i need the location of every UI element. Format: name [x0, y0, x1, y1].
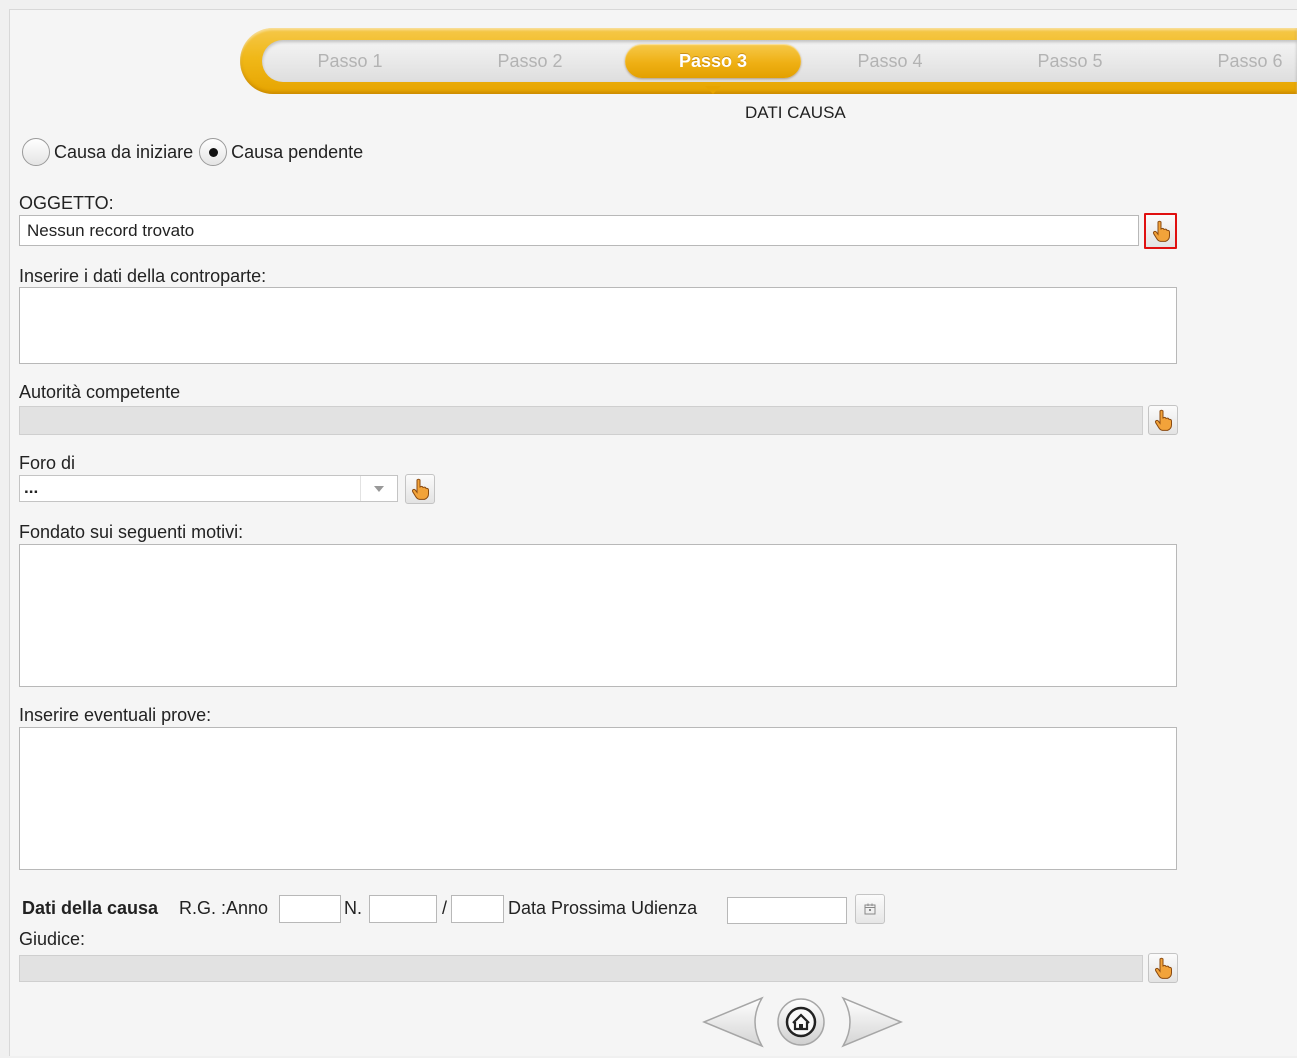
- step-bar: Passo 1 Passo 2 Passo 3 Passo 4 Passo 5 …: [240, 28, 1297, 94]
- pointing-hand-icon: [411, 478, 429, 500]
- autorita-lookup-button[interactable]: [1148, 405, 1178, 435]
- pointing-hand-icon: [1154, 409, 1172, 431]
- rg-anno-input[interactable]: [279, 895, 341, 923]
- arrow-right-icon: [841, 996, 903, 1048]
- data-udienza-input[interactable]: [727, 897, 847, 924]
- prev-button[interactable]: [700, 994, 770, 1055]
- pointing-hand-icon: [1154, 957, 1172, 979]
- foro-lookup-button[interactable]: [405, 474, 435, 504]
- controparte-textarea[interactable]: [19, 287, 1177, 364]
- prove-textarea[interactable]: [19, 727, 1177, 870]
- prove-label: Inserire eventuali prove:: [19, 705, 212, 725]
- oggetto-lookup-button[interactable]: [1144, 213, 1177, 249]
- foro-label: Foro di: [19, 453, 76, 473]
- step-5[interactable]: Passo 5: [982, 40, 1158, 82]
- causa-type-radio-group: Causa da iniziare Causa pendente: [22, 138, 369, 166]
- active-step-pointer: [705, 86, 721, 94]
- calendar-button[interactable]: [855, 894, 885, 924]
- rg-number-suffix-input[interactable]: [451, 895, 504, 923]
- rg-number-input[interactable]: [369, 895, 437, 923]
- section-title: DATI CAUSA: [745, 103, 846, 122]
- giudice-input[interactable]: [19, 955, 1143, 982]
- radio-label-causa-da-iniziare: Causa da iniziare: [54, 141, 194, 162]
- home-button[interactable]: [773, 997, 829, 1058]
- radio-causa-da-iniziare[interactable]: [22, 138, 50, 166]
- giudice-lookup-button[interactable]: [1148, 953, 1178, 983]
- slash-separator: /: [442, 898, 448, 918]
- dati-causa-title: Dati della causa: [22, 898, 159, 918]
- next-button[interactable]: [835, 994, 905, 1055]
- rg-anno-label: R.G. :Anno: [179, 898, 269, 918]
- motivi-textarea[interactable]: [19, 544, 1177, 687]
- home-icon: [777, 998, 825, 1046]
- pointing-hand-icon: [1152, 220, 1170, 242]
- step-4[interactable]: Passo 4: [802, 40, 978, 82]
- radio-causa-pendente[interactable]: [199, 138, 228, 166]
- oggetto-label: OGGETTO:: [19, 193, 114, 213]
- radio-selected-dot: [208, 147, 218, 157]
- data-udienza-label: Data Prossima Udienza: [508, 898, 698, 918]
- step-1[interactable]: Passo 1: [262, 40, 438, 82]
- arrow-left-icon: [702, 996, 764, 1048]
- step-6[interactable]: Passo 6: [1162, 40, 1297, 82]
- oggetto-input[interactable]: [19, 215, 1139, 246]
- foro-select-value: ...: [24, 478, 39, 497]
- autorita-input[interactable]: [19, 406, 1143, 435]
- autorita-label: Autorità competente: [19, 382, 181, 402]
- foro-select[interactable]: ...: [19, 475, 398, 502]
- radio-label-causa-pendente: Causa pendente: [231, 141, 364, 162]
- chevron-down-icon[interactable]: [360, 476, 397, 501]
- step-2[interactable]: Passo 2: [442, 40, 618, 82]
- motivi-label: Fondato sui seguenti motivi:: [19, 522, 244, 542]
- n-label: N.: [344, 898, 362, 918]
- giudice-label: Giudice:: [19, 929, 86, 949]
- controparte-label: Inserire i dati della controparte:: [19, 266, 267, 286]
- step-3-active[interactable]: Passo 3: [625, 44, 801, 78]
- calendar-icon: [864, 903, 876, 915]
